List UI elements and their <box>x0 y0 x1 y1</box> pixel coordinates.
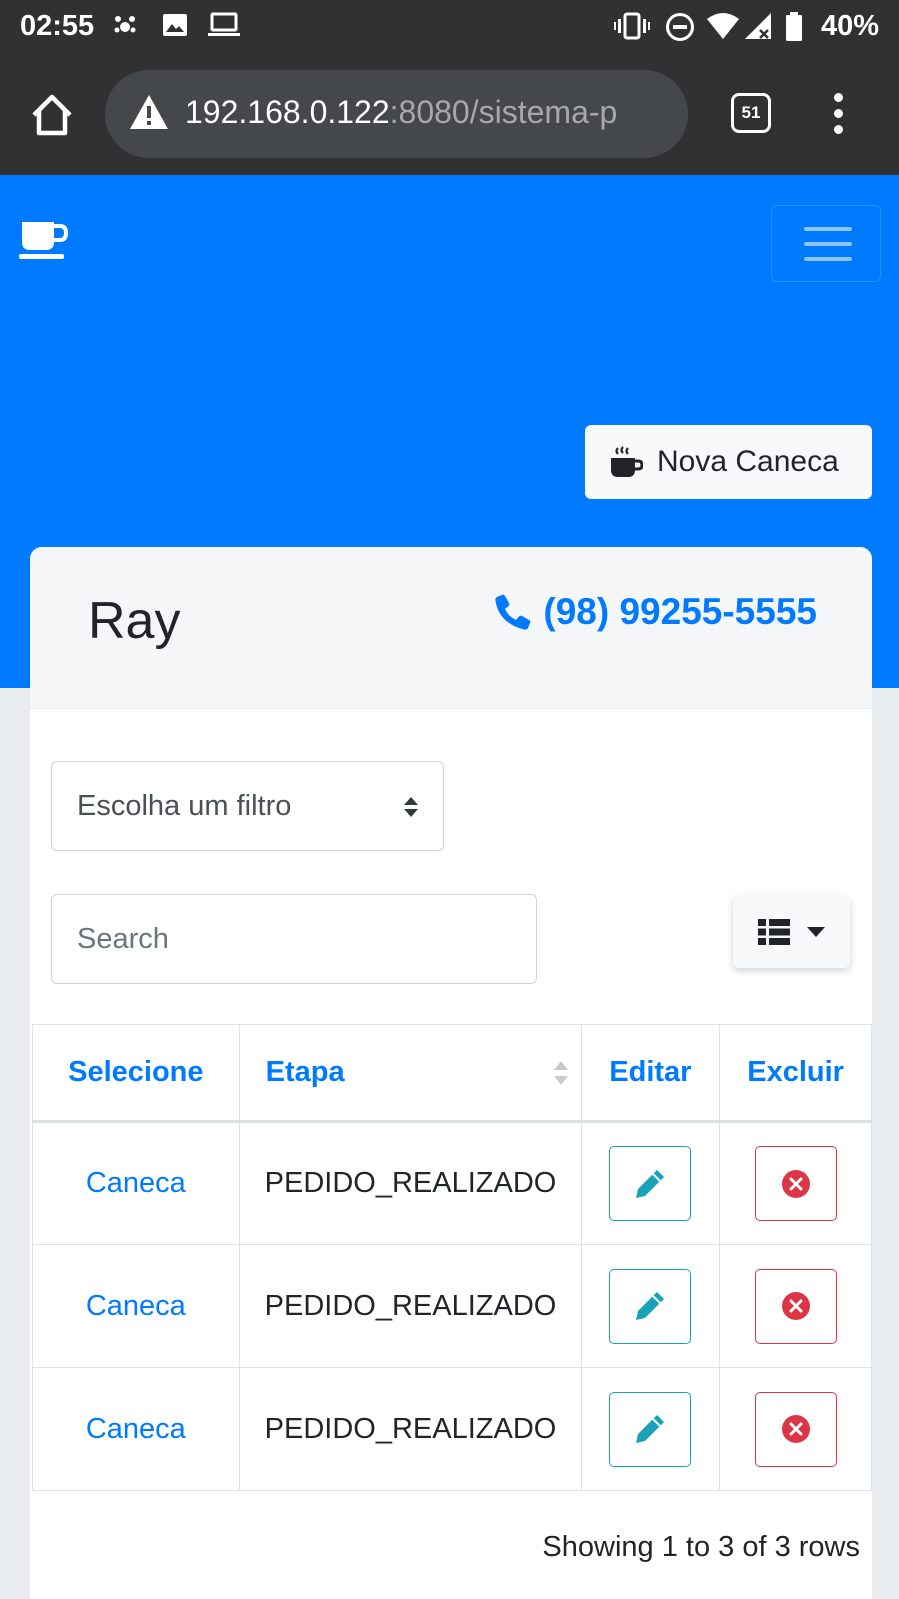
navbar-toggler-button[interactable] <box>771 205 881 282</box>
column-header-excluir: Excluir <box>719 1024 872 1123</box>
close-circle-icon <box>781 1169 810 1198</box>
new-mug-label: Nova Caneca <box>657 445 839 478</box>
column-header-etapa[interactable]: Etapa <box>238 1024 582 1123</box>
pencil-icon <box>636 1415 665 1443</box>
orders-table: Selecione Etapa Editar Excluir Caneca PE… <box>32 1024 872 1491</box>
browser-toolbar: 192.168.0.122:8080/sistema-p 51 <box>0 56 899 175</box>
coffee-cup-icon[interactable] <box>18 220 68 262</box>
select-caret-icon <box>404 797 418 817</box>
edit-button[interactable] <box>609 1268 692 1344</box>
card-header: Ray (98) 99255-5555 <box>30 547 872 709</box>
edit-cell <box>580 1121 721 1245</box>
select-link[interactable]: Caneca <box>32 1244 240 1368</box>
delete-cell <box>719 1121 872 1245</box>
browser-menu-icon[interactable] <box>826 93 850 139</box>
hot-coffee-icon <box>611 446 643 477</box>
laptop-notification-icon <box>208 12 240 36</box>
home-icon[interactable] <box>28 91 76 139</box>
close-circle-icon <box>781 1292 810 1320</box>
close-circle-icon <box>781 1415 810 1443</box>
table-row: Caneca PEDIDO_REALIZADO <box>32 1244 872 1368</box>
cell-signal-icon <box>745 13 771 39</box>
table-row: Caneca PEDIDO_REALIZADO <box>32 1367 872 1491</box>
column-header-selecione: Selecione <box>32 1024 240 1123</box>
url-host: 192.168.0.122 <box>185 94 390 130</box>
client-card: Ray (98) 99255-5555 Escolha um filtro Se… <box>30 547 872 1599</box>
etapa-cell: PEDIDO_REALIZADO <box>238 1244 582 1368</box>
battery-icon <box>786 12 802 41</box>
edit-button[interactable] <box>609 1146 692 1221</box>
etapa-cell: PEDIDO_REALIZADO <box>238 1367 582 1491</box>
column-header-etapa-label: Etapa <box>265 1056 345 1088</box>
select-link[interactable]: Caneca <box>32 1367 240 1491</box>
columns-toggle-button[interactable] <box>733 895 850 968</box>
delete-cell <box>719 1367 872 1491</box>
vibrate-icon <box>614 12 650 40</box>
list-icon <box>757 918 790 945</box>
url-text: 192.168.0.122:8080/sistema-p <box>185 94 617 131</box>
dropdown-caret-icon <box>806 926 825 937</box>
edit-cell <box>580 1367 721 1491</box>
filter-select[interactable]: Escolha um filtro <box>51 761 444 851</box>
etapa-cell: PEDIDO_REALIZADO <box>238 1121 582 1245</box>
pencil-icon <box>636 1169 665 1198</box>
url-path: :8080/sistema-p <box>389 94 618 130</box>
not-secure-warning-icon[interactable] <box>129 94 169 130</box>
phone-icon <box>495 594 531 630</box>
client-name: Ray <box>88 592 181 650</box>
wifi-icon <box>707 13 739 39</box>
paw-notification-icon <box>114 16 136 33</box>
search-input[interactable]: Search <box>51 894 537 984</box>
edit-cell <box>580 1244 721 1368</box>
battery-percentage: 40% <box>820 10 879 42</box>
pagination-info: Showing 1 to 3 of 3 rows <box>542 1531 860 1563</box>
sort-icon[interactable] <box>553 1058 569 1088</box>
client-phone-link[interactable]: (98) 99255-5555 <box>493 591 817 633</box>
edit-button[interactable] <box>609 1391 692 1467</box>
new-mug-button[interactable]: Nova Caneca <box>585 425 872 499</box>
tab-switcher-button[interactable]: 51 <box>731 93 771 133</box>
delete-button[interactable] <box>754 1268 837 1344</box>
do-not-disturb-icon <box>666 13 694 41</box>
delete-cell <box>719 1244 872 1368</box>
delete-button[interactable] <box>754 1391 837 1467</box>
table-header-row: Selecione Etapa Editar Excluir <box>32 1024 872 1123</box>
table-row: Caneca PEDIDO_REALIZADO <box>32 1121 872 1245</box>
phone-number: (98) 99255-5555 <box>543 591 817 632</box>
delete-button[interactable] <box>754 1146 837 1221</box>
select-link[interactable]: Caneca <box>32 1121 240 1245</box>
image-notification-icon <box>163 14 187 36</box>
status-time: 02:55 <box>20 10 95 42</box>
status-bar: 02:55 40% <box>0 0 899 56</box>
column-header-editar: Editar <box>580 1024 721 1123</box>
address-bar[interactable]: 192.168.0.122:8080/sistema-p <box>105 70 688 158</box>
filter-select-value: Escolha um filtro <box>77 790 292 822</box>
pencil-icon <box>636 1292 665 1320</box>
